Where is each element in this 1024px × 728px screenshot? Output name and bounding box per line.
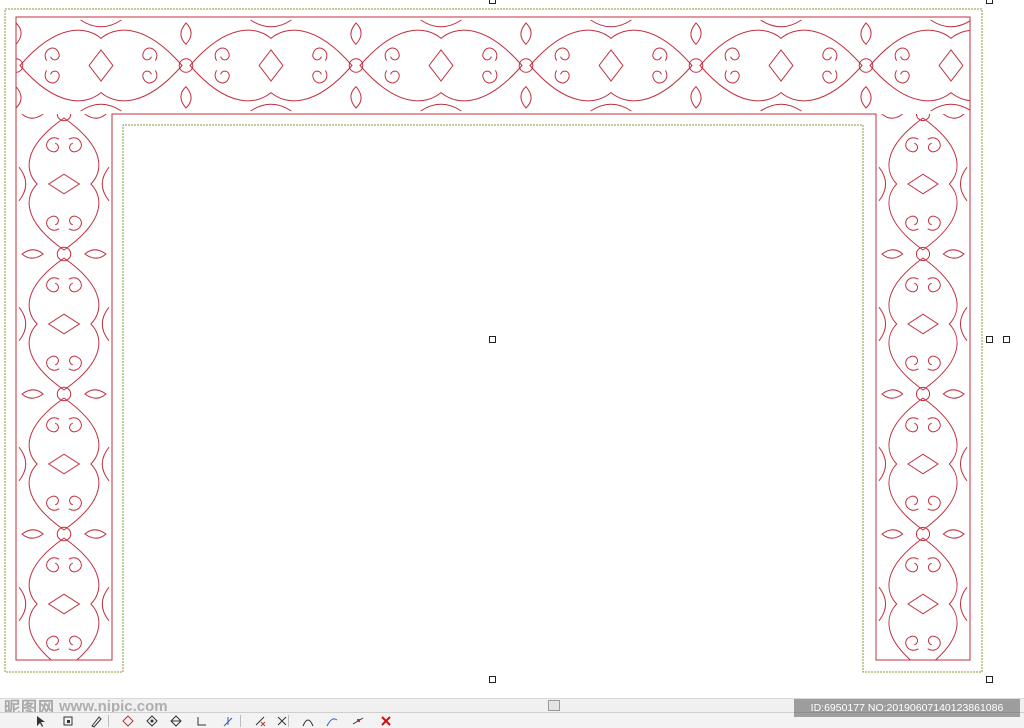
axis-icon	[223, 717, 233, 727]
selection-handle-bottom-right[interactable]	[986, 676, 993, 683]
watermark-id-text: ID:6950177 NO:20190607140123861086	[810, 702, 1004, 714]
left-ornament-band	[18, 114, 110, 660]
node-remove-icon	[277, 716, 287, 726]
node-delete-tool-button[interactable]	[250, 714, 270, 728]
curve-tool-button[interactable]	[298, 714, 318, 728]
diamond-split-icon	[170, 715, 182, 727]
rotation-handle-right[interactable]	[1003, 336, 1010, 343]
selection-handle-top-center[interactable]	[489, 0, 496, 4]
curve-edit-icon	[326, 718, 338, 727]
selection-handle-bottom-center[interactable]	[489, 676, 496, 683]
toolbar-separator	[240, 715, 241, 727]
diamond-icon	[122, 715, 134, 727]
selection-handle-top-right[interactable]	[986, 0, 993, 4]
node-select-icon	[63, 716, 73, 726]
drawing-canvas[interactable]	[0, 0, 1024, 698]
selection-handle-center[interactable]	[489, 336, 496, 343]
pointer-tool-button[interactable]	[30, 714, 50, 728]
diamond-outline-icon	[146, 715, 158, 727]
diamond-split-tool-button[interactable]	[166, 714, 186, 728]
close-tool-button[interactable]	[376, 714, 396, 728]
line-cut-tool-button[interactable]	[348, 714, 368, 728]
pointer-icon	[37, 716, 45, 727]
corner-tool-button[interactable]	[192, 714, 212, 728]
line-cut-icon	[352, 717, 364, 725]
node-select-tool-button[interactable]	[58, 714, 78, 728]
node-delete-icon	[255, 716, 266, 727]
right-ornament-band	[878, 114, 968, 660]
corner-icon	[197, 717, 206, 726]
pen-tool-button[interactable]	[86, 714, 106, 728]
diamond-tool-button[interactable]	[118, 714, 138, 728]
pen-icon	[91, 716, 102, 728]
watermark-id-badge: ID:6950177 NO:20190607140123861086	[794, 699, 1020, 717]
curve-edit-tool-button[interactable]	[322, 714, 342, 728]
toolbar-separator	[108, 715, 109, 727]
selection-handle-right-mid[interactable]	[986, 336, 993, 343]
top-ornament-band	[16, 19, 970, 112]
close-icon	[381, 716, 391, 726]
node-remove-tool-button[interactable]	[272, 714, 292, 728]
axis-tool-button[interactable]	[218, 714, 238, 728]
ornamental-frame-drawing[interactable]	[0, 0, 1024, 698]
curve-icon	[302, 719, 314, 727]
toolbar-separator	[288, 715, 289, 727]
diamond-outline-tool-button[interactable]	[142, 714, 162, 728]
scrollbar-thumb[interactable]	[548, 700, 560, 711]
